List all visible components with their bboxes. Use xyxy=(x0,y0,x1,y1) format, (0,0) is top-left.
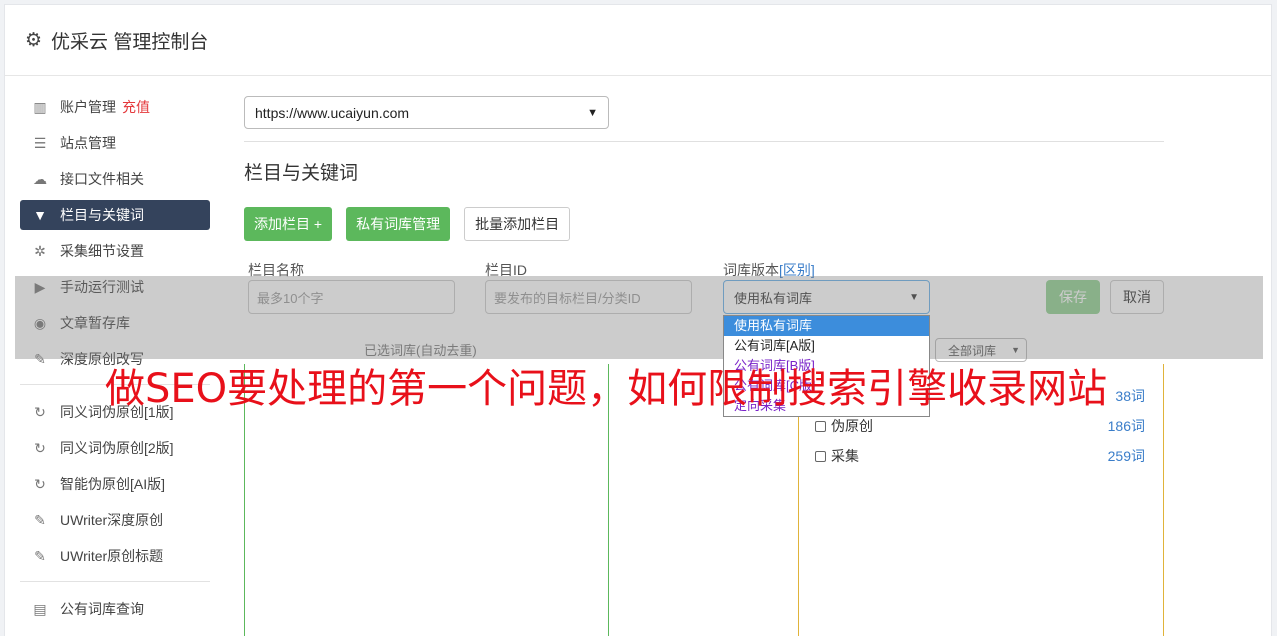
cloud-upload-icon: ☁ xyxy=(33,170,47,187)
dropdown-option[interactable]: 公有词库[A版] xyxy=(724,336,929,356)
library-name: 采集 xyxy=(831,448,859,464)
book-icon: ▤ xyxy=(33,600,47,617)
list-item[interactable]: 采集 259词 xyxy=(815,446,1145,466)
sidebar-item-sites[interactable]: ☰ 站点管理 xyxy=(20,128,210,158)
sidebar-item-label: UWriter原创标题 xyxy=(60,548,164,564)
page-title: 优采云 管理控制台 xyxy=(51,31,209,53)
checkbox[interactable] xyxy=(815,450,826,462)
sidebar-item-label: 公有词库查询 xyxy=(60,601,144,617)
sidebar-item-interface[interactable]: ☁ 接口文件相关 xyxy=(20,164,210,194)
checkbox[interactable] xyxy=(815,420,826,432)
sidebar-divider xyxy=(20,581,210,582)
sidebar-item-account[interactable]: ▥ 账户管理 充值 xyxy=(20,92,210,122)
site-select[interactable]: https://www.ucaiyun.com ▼ xyxy=(244,96,609,129)
library-count: 186词 xyxy=(1107,418,1145,434)
list-item[interactable]: 伪原创 186词 xyxy=(815,416,1145,436)
sidebar-item-columns[interactable]: ▼ 栏目与关键词 xyxy=(20,200,210,230)
library-name: 伪原创 xyxy=(831,418,873,434)
page-header: ⚙ 优采云 管理控制台 xyxy=(5,5,1271,76)
refresh-icon: ↻ xyxy=(34,403,46,420)
library-count: 259词 xyxy=(1107,448,1145,464)
filter-icon: ▼ xyxy=(33,207,47,223)
edit-icon: ✎ xyxy=(34,511,46,528)
divider xyxy=(244,141,1164,142)
sidebar-item-label: 栏目与关键词 xyxy=(60,207,144,223)
sidebar-item-ai-rewrite[interactable]: ↻ 智能伪原创[AI版] xyxy=(20,469,210,499)
section-title: 栏目与关键词 xyxy=(244,163,359,184)
sidebar-item-collect-settings[interactable]: ✲ 采集细节设置 xyxy=(20,236,210,266)
add-column-button[interactable]: 添加栏目 + xyxy=(244,207,333,241)
dropdown-option[interactable]: 使用私有词库 xyxy=(724,316,929,336)
edit-icon: ✎ xyxy=(34,547,46,564)
refresh-icon: ↻ xyxy=(34,439,46,456)
sidebar-item-label: 智能伪原创[AI版] xyxy=(60,476,166,492)
chevron-down-icon: ▼ xyxy=(587,106,598,119)
batch-add-button[interactable]: 批量添加栏目 xyxy=(464,207,571,241)
sidebar-item-label: 采集细节设置 xyxy=(60,243,144,259)
server-icon: ☰ xyxy=(33,134,47,151)
sidebar-item-label: 同义词伪原创[2版] xyxy=(60,440,174,456)
private-library-button[interactable]: 私有词库管理 xyxy=(346,207,451,241)
action-buttons: 添加栏目 + 私有词库管理 批量添加栏目 xyxy=(244,207,1164,241)
main-content: https://www.ucaiyun.com ▼ 栏目与关键词 添加栏目 + … xyxy=(244,96,1164,636)
sidebar-item-label: 站点管理 xyxy=(60,135,116,151)
sidebar-item-public-lib[interactable]: ▤ 公有词库查询 xyxy=(20,594,210,624)
gear-icon: ⚙ xyxy=(25,29,43,51)
sidebar-item-synonym-v2[interactable]: ↻ 同义词伪原创[2版] xyxy=(20,433,210,463)
cogs-icon: ✲ xyxy=(34,242,46,259)
sidebar-item-label: UWriter深度原创 xyxy=(60,512,164,528)
sidebar-item-label: 接口文件相关 xyxy=(60,171,144,187)
refresh-icon: ↻ xyxy=(34,475,46,492)
recharge-link[interactable]: 充值 xyxy=(122,97,150,117)
headline-banner: 做SEO要处理的第一个问题，如何限制搜索引擎收录网站 xyxy=(105,366,1108,412)
sidebar-item-label: 账户管理 xyxy=(60,99,116,115)
sidebar-item-uwriter-deep[interactable]: ✎ UWriter深度原创 xyxy=(20,505,210,535)
bar-chart-icon: ▥ xyxy=(33,98,47,115)
sidebar-item-uwriter-title[interactable]: ✎ UWriter原创标题 xyxy=(20,541,210,571)
site-select-value: https://www.ucaiyun.com xyxy=(255,104,410,121)
overlay-band xyxy=(15,276,1263,359)
